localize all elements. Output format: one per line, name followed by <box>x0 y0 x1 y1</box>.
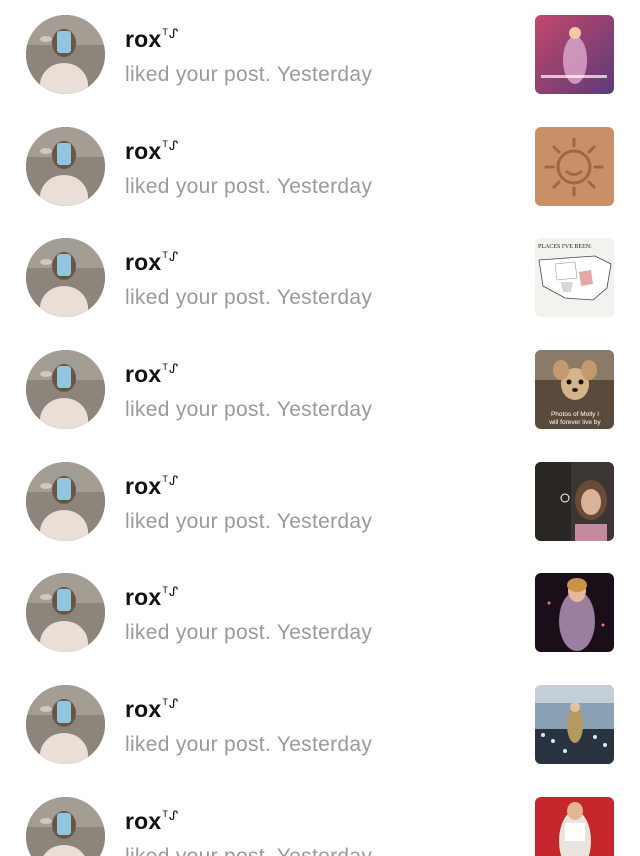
avatar[interactable] <box>26 127 105 206</box>
post-thumbnail[interactable] <box>535 462 614 541</box>
username[interactable]: roxᵀᔑ <box>125 808 372 838</box>
activity-list: roxᵀᔑ liked your post. Yesterday roxᵀᔑ l… <box>0 0 640 856</box>
username-badge: ᵀᔑ <box>162 26 180 41</box>
notification-row[interactable]: roxᵀᔑ liked your post. Yesterday <box>0 447 640 559</box>
notification-row[interactable]: roxᵀᔑ liked your post. Yesterday PLACES … <box>0 223 640 335</box>
avatar[interactable] <box>26 350 105 429</box>
timestamp: Yesterday <box>276 286 373 309</box>
notification-text: liked your post. Yesterday <box>125 733 373 756</box>
notification-row[interactable]: roxᵀᔑ liked your post. Yesterday Photos … <box>0 335 640 447</box>
avatar[interactable] <box>26 462 105 541</box>
notification-text: liked your post. Yesterday <box>125 286 373 309</box>
username[interactable]: roxᵀᔑ <box>125 361 372 391</box>
username-badge: ᵀᔑ <box>162 138 180 153</box>
username-badge: ᵀᔑ <box>162 808 180 823</box>
username-badge: ᵀᔑ <box>162 696 180 711</box>
notification-text: liked your post. Yesterday <box>125 621 373 644</box>
thumb-caption: PLACES I'VE BEEN: <box>538 244 592 250</box>
avatar[interactable] <box>26 797 105 856</box>
notification-row[interactable]: roxᵀᔑ liked your post. Yesterday <box>0 112 640 224</box>
notification-text: liked your post. Yesterday <box>125 845 372 856</box>
avatar[interactable] <box>26 15 105 94</box>
notification-row[interactable]: roxᵀᔑ liked your post. Yesterday <box>0 0 640 112</box>
timestamp: Yesterday <box>277 845 372 856</box>
notification-text: liked your post. Yesterday <box>125 175 373 198</box>
notification-row[interactable]: roxᵀᔑ liked your post. Yesterday <box>0 670 640 782</box>
post-thumbnail[interactable]: Photos of Molly I will forever live by <box>535 350 614 429</box>
avatar[interactable] <box>26 573 105 652</box>
username-badge: ᵀᔑ <box>162 584 180 599</box>
notification-text: liked your post. Yesterday <box>125 63 373 86</box>
username[interactable]: roxᵀᔑ <box>125 138 372 168</box>
notification-row[interactable]: roxᵀᔑ liked your post. Yesterday <box>0 558 640 670</box>
username[interactable]: roxᵀᔑ <box>125 249 372 279</box>
post-thumbnail[interactable] <box>535 573 614 652</box>
username[interactable]: roxᵀᔑ <box>125 584 372 614</box>
username[interactable]: roxᵀᔑ <box>125 696 372 726</box>
timestamp: Yesterday <box>276 63 373 86</box>
svg-text:Photos of Molly I: Photos of Molly I <box>551 411 599 418</box>
svg-text:will forever live by: will forever live by <box>548 419 601 426</box>
notification-text: liked your post. Yesterday <box>125 510 373 533</box>
timestamp: Yesterday <box>276 733 373 756</box>
post-thumbnail[interactable] <box>535 685 614 764</box>
notification-row[interactable]: roxᵀᔑ liked your post. Yesterday <box>0 782 640 856</box>
timestamp: Yesterday <box>276 175 373 198</box>
username-badge: ᵀᔑ <box>162 249 180 264</box>
timestamp: Yesterday <box>276 510 373 533</box>
notification-text: liked your post. Yesterday <box>125 398 373 421</box>
username[interactable]: roxᵀᔑ <box>125 473 372 503</box>
avatar[interactable] <box>26 238 105 317</box>
post-thumbnail[interactable] <box>535 127 614 206</box>
timestamp: Yesterday <box>276 621 373 644</box>
post-thumbnail[interactable] <box>535 797 614 856</box>
username[interactable]: roxᵀᔑ <box>125 26 372 56</box>
username-badge: ᵀᔑ <box>162 361 180 376</box>
username-badge: ᵀᔑ <box>162 473 180 488</box>
post-thumbnail[interactable] <box>535 15 614 94</box>
post-thumbnail[interactable]: PLACES I'VE BEEN: <box>535 238 614 317</box>
timestamp: Yesterday <box>276 398 373 421</box>
avatar[interactable] <box>26 685 105 764</box>
